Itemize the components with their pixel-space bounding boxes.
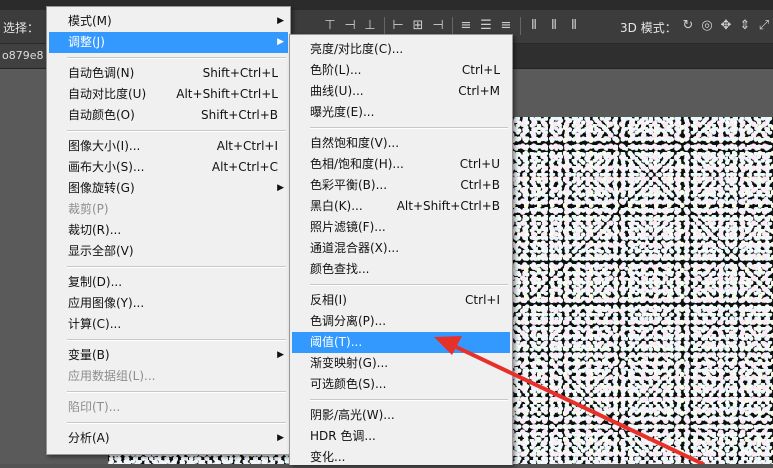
arrow-shaft: [450, 343, 705, 464]
arrow-head: [434, 336, 462, 355]
annotation-arrow: [434, 336, 705, 464]
